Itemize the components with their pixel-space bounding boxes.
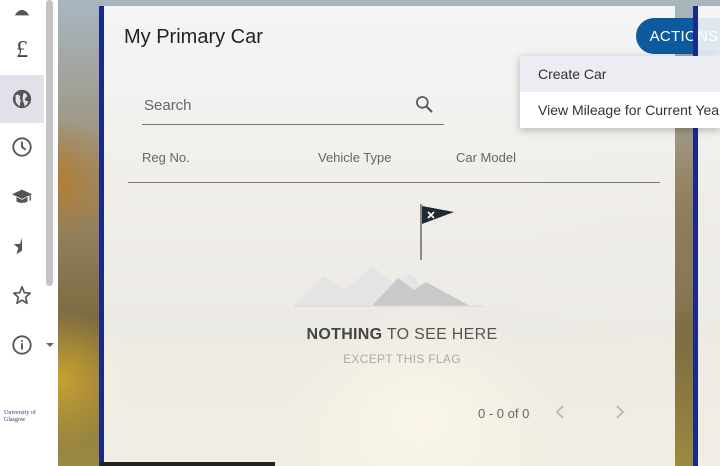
sidebar-item-globe[interactable] [0,75,44,123]
star-half-icon [13,237,22,255]
info-icon [12,335,32,355]
previous-page-button[interactable] [548,400,572,424]
graduation-cap-icon [11,189,33,203]
empty-state-title-rest: TO SEE HERE [382,326,498,343]
sidebar-item-info[interactable] [0,323,44,367]
window-bottom-bar [100,462,275,466]
chevron-right-icon [616,405,625,419]
sidebar-expand[interactable] [44,338,56,350]
university-logo: University of Glasgow [4,410,46,430]
sidebar-item-history[interactable] [0,125,44,169]
sidebar-item-top[interactable] [0,0,44,30]
menu-item-create-car[interactable]: Create Car [520,56,720,92]
empty-state-subtitle: EXCEPT THIS FLAG [343,352,461,366]
empty-state-title-strong: NOTHING [306,326,383,343]
sidebar-item-education[interactable] [0,175,44,219]
chevron-down-icon [46,343,54,347]
sidebar-item-finance[interactable]: £ [0,28,44,72]
sidebar-item-rating[interactable] [0,224,44,268]
star-icon [12,285,32,305]
column-header-vehicle-type[interactable]: Vehicle Type [318,150,391,165]
column-header-reg-no[interactable]: Reg No. [142,150,190,165]
search-input[interactable] [142,92,446,118]
empty-state-flag-illustration [294,204,484,307]
university-logo-text: University of Glasgow [4,410,36,423]
empty-state-title: NOTHING TO SEE HERE [104,326,700,344]
page-title: My Primary Car [124,26,263,48]
column-header-car-model[interactable]: Car Model [456,150,516,165]
sidebar-scrollbar[interactable] [46,0,53,286]
search-underline [142,124,444,125]
globe-icon [12,89,32,109]
sidebar-item-favourites[interactable] [0,273,44,317]
clock-icon [12,137,32,157]
menu-item-view-mileage[interactable]: View Mileage for Current Year [520,92,720,128]
top-icon [14,9,30,16]
actions-menu: Create Car View Mileage for Current Year [520,56,720,128]
sidebar: £ University of Glasgow [0,0,58,466]
search-icon[interactable] [414,94,434,114]
next-page-button[interactable] [608,400,632,424]
table-header-divider [128,182,660,183]
chevron-left-icon [555,405,564,419]
pound-icon: £ [16,36,28,63]
sidebar-footer [0,436,58,466]
pagination-range: 0 - 0 of 0 [478,406,530,421]
